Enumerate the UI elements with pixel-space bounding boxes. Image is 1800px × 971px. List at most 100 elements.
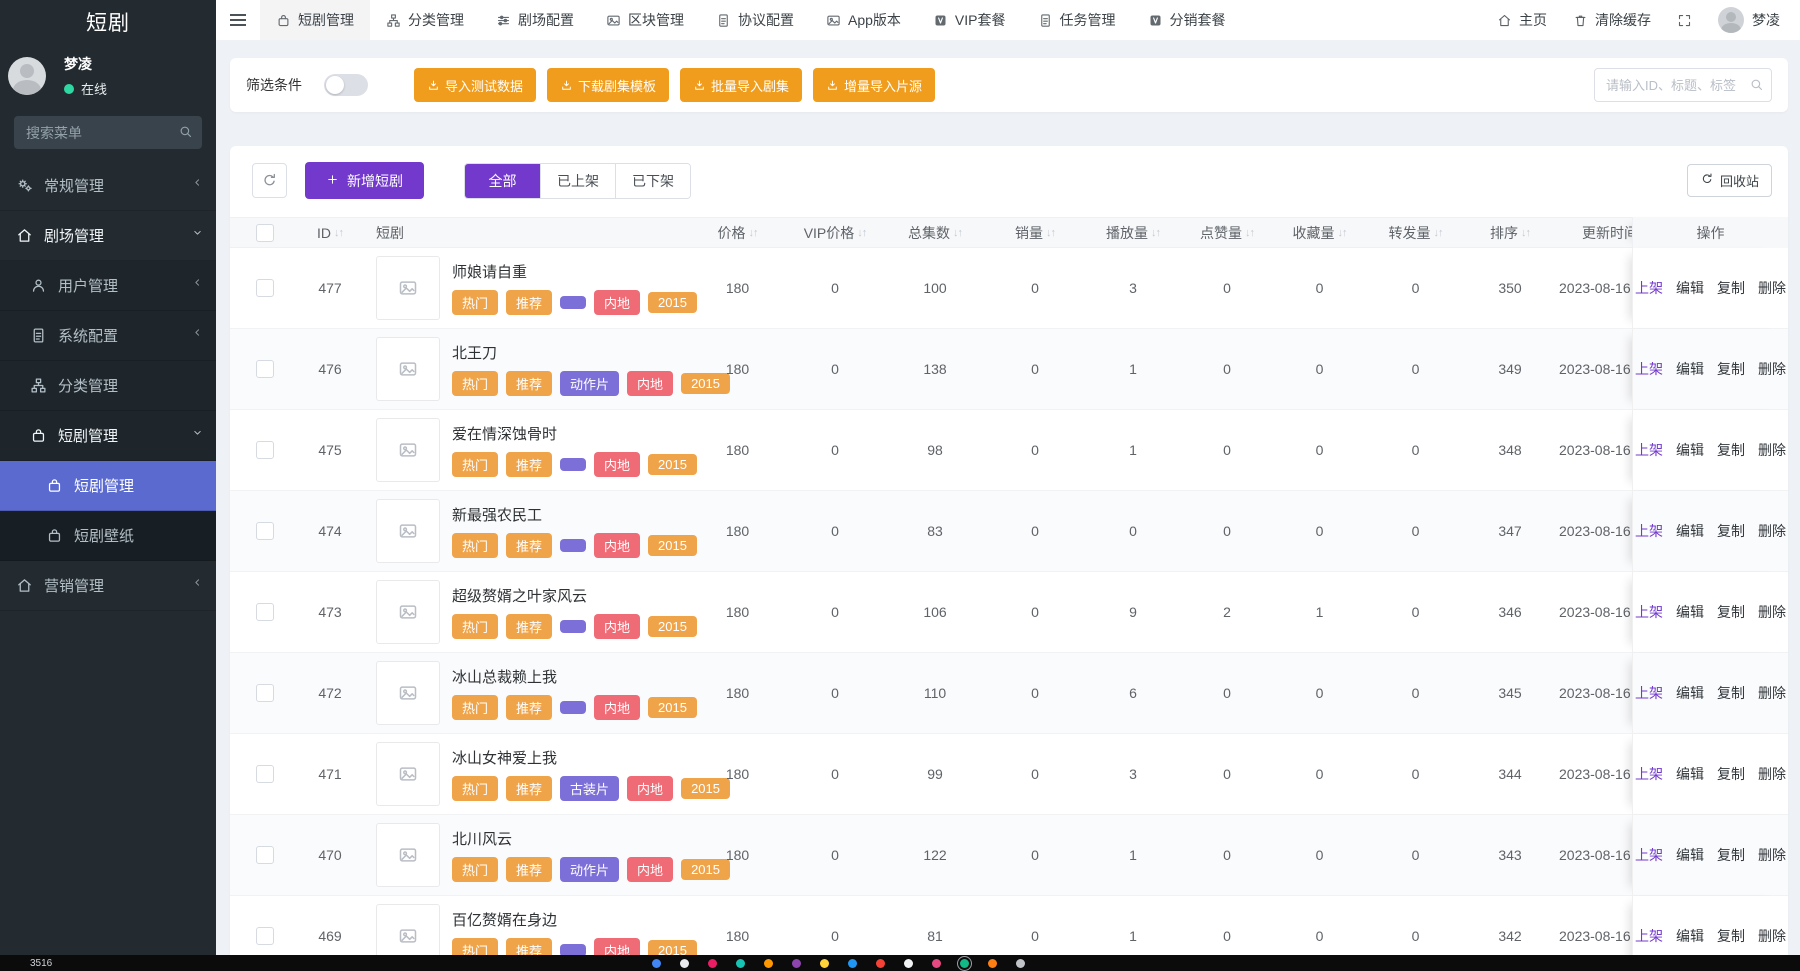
taskbar-app-icon-10[interactable] (932, 959, 941, 968)
taskbar-app-icon-11[interactable] (960, 959, 969, 968)
sidebar-item-系统配置-3[interactable]: 系统配置 (0, 311, 216, 361)
row-checkbox[interactable] (256, 684, 274, 702)
taskbar-app-icon-8[interactable] (876, 959, 885, 968)
nav-tab-App版本[interactable]: App版本 (810, 0, 917, 40)
action-edit-link[interactable]: 编辑 (1676, 764, 1704, 784)
select-all-checkbox[interactable] (256, 224, 274, 242)
header-episodes[interactable]: 总集数↓↑ (885, 223, 985, 243)
nav-tab-分类管理[interactable]: 分类管理 (370, 0, 480, 40)
action-shelve-link[interactable]: 上架 (1635, 359, 1663, 379)
action-shelve-link[interactable]: 上架 (1635, 521, 1663, 541)
header-shares[interactable]: 转发量↓↑ (1366, 223, 1465, 243)
taskbar-app-icon-3[interactable] (736, 959, 745, 968)
sort-icon[interactable]: ↓↑ (1046, 227, 1055, 239)
action-edit-link[interactable]: 编辑 (1676, 440, 1704, 460)
row-checkbox[interactable] (256, 360, 274, 378)
action-copy-link[interactable]: 复制 (1717, 602, 1745, 622)
row-checkbox[interactable] (256, 603, 274, 621)
status-tab-已下架[interactable]: 已下架 (615, 164, 690, 198)
nav-tab-任务管理[interactable]: 任务管理 (1022, 0, 1132, 40)
row-checkbox[interactable] (256, 846, 274, 864)
action-delete-link[interactable]: 删除 (1758, 440, 1786, 460)
action-shelve-link[interactable]: 上架 (1635, 845, 1663, 865)
header-sort[interactable]: 排序↓↑ (1465, 223, 1555, 243)
action-copy-link[interactable]: 复制 (1717, 764, 1745, 784)
row-checkbox[interactable] (256, 522, 274, 540)
taskbar-app-icon-2[interactable] (708, 959, 717, 968)
sidebar-item-剧场管理-1[interactable]: 剧场管理 (0, 211, 216, 261)
import-button-0[interactable]: 导入测试数据 (414, 68, 536, 102)
nav-tab-协议配置[interactable]: 协议配置 (700, 0, 810, 40)
action-shelve-link[interactable]: 上架 (1635, 278, 1663, 298)
header-favorites[interactable]: 收藏量↓↑ (1273, 223, 1366, 243)
sort-icon[interactable]: ↓↑ (749, 227, 758, 239)
action-delete-link[interactable]: 删除 (1758, 683, 1786, 703)
taskbar-app-icon-7[interactable] (848, 959, 857, 968)
action-delete-link[interactable]: 删除 (1758, 845, 1786, 865)
action-edit-link[interactable]: 编辑 (1676, 926, 1704, 946)
action-copy-link[interactable]: 复制 (1717, 683, 1745, 703)
row-checkbox[interactable] (256, 279, 274, 297)
action-edit-link[interactable]: 编辑 (1676, 683, 1704, 703)
row-checkbox[interactable] (256, 441, 274, 459)
action-shelve-link[interactable]: 上架 (1635, 926, 1663, 946)
taskbar-app-icon-5[interactable] (792, 959, 801, 968)
action-delete-link[interactable]: 删除 (1758, 521, 1786, 541)
sidebar-item-短剧管理-6[interactable]: 短剧管理 (0, 461, 216, 511)
fullscreen-button[interactable] (1677, 13, 1692, 28)
action-edit-link[interactable]: 编辑 (1676, 602, 1704, 622)
nav-tab-剧场配置[interactable]: 剧场配置 (480, 0, 590, 40)
action-copy-link[interactable]: 复制 (1717, 521, 1745, 541)
action-edit-link[interactable]: 编辑 (1676, 359, 1704, 379)
action-shelve-link[interactable]: 上架 (1635, 440, 1663, 460)
sort-icon[interactable]: ↓↑ (334, 227, 343, 239)
row-checkbox[interactable] (256, 765, 274, 783)
sidebar-search-input[interactable] (14, 116, 202, 149)
header-vip_price[interactable]: VIP价格↓↑ (785, 223, 885, 243)
taskbar-app-icon-4[interactable] (764, 959, 773, 968)
app-logo[interactable]: 短剧 (0, 0, 216, 44)
taskbar-app-icon-0[interactable] (652, 959, 661, 968)
action-shelve-link[interactable]: 上架 (1635, 764, 1663, 784)
action-edit-link[interactable]: 编辑 (1676, 845, 1704, 865)
action-delete-link[interactable]: 删除 (1758, 278, 1786, 298)
sort-icon[interactable]: ↓↑ (857, 227, 866, 239)
action-shelve-link[interactable]: 上架 (1635, 602, 1663, 622)
home-link[interactable]: 主页 (1497, 10, 1547, 30)
import-button-2[interactable]: 批量导入剧集 (680, 68, 802, 102)
sort-icon[interactable]: ↓↑ (1338, 227, 1347, 239)
header-id[interactable]: ID↓↑ (300, 225, 360, 241)
header-price[interactable]: 价格↓↑ (690, 223, 785, 243)
header-likes[interactable]: 点赞量↓↑ (1181, 223, 1273, 243)
action-delete-link[interactable]: 删除 (1758, 602, 1786, 622)
sidebar-item-短剧管理-5[interactable]: 短剧管理 (0, 411, 216, 461)
action-copy-link[interactable]: 复制 (1717, 278, 1745, 298)
action-copy-link[interactable]: 复制 (1717, 845, 1745, 865)
hamburger-icon[interactable] (216, 0, 260, 40)
taskbar-app-icon-1[interactable] (680, 959, 689, 968)
taskbar-app-icon-13[interactable] (1016, 959, 1025, 968)
sidebar-item-分类管理-4[interactable]: 分类管理 (0, 361, 216, 411)
header-plays[interactable]: 播放量↓↑ (1085, 223, 1181, 243)
sidebar-item-用户管理-2[interactable]: 用户管理 (0, 261, 216, 311)
taskbar-app-icon-12[interactable] (988, 959, 997, 968)
add-drama-button[interactable]: 新增短剧 (305, 162, 424, 199)
sidebar-item-常规管理-0[interactable]: 常规管理 (0, 161, 216, 211)
nav-tab-短剧管理[interactable]: 短剧管理 (260, 0, 370, 40)
header-checkbox[interactable] (230, 224, 300, 242)
action-shelve-link[interactable]: 上架 (1635, 683, 1663, 703)
sort-icon[interactable]: ↓↑ (1521, 227, 1530, 239)
action-delete-link[interactable]: 删除 (1758, 926, 1786, 946)
sort-icon[interactable]: ↓↑ (1245, 227, 1254, 239)
action-copy-link[interactable]: 复制 (1717, 926, 1745, 946)
nav-tab-分销套餐[interactable]: 分销套餐 (1132, 0, 1242, 40)
import-button-3[interactable]: 增量导入片源 (813, 68, 935, 102)
action-edit-link[interactable]: 编辑 (1676, 521, 1704, 541)
filter-toggle[interactable] (324, 74, 368, 96)
nav-tab-VIP套餐[interactable]: VIP套餐 (917, 0, 1022, 40)
sidebar-item-营销管理-8[interactable]: 营销管理 (0, 561, 216, 611)
taskbar-app-icon-6[interactable] (820, 959, 829, 968)
taskbar-app-icon-9[interactable] (904, 959, 913, 968)
status-tab-已上架[interactable]: 已上架 (540, 164, 615, 198)
table-search-input[interactable] (1594, 68, 1772, 102)
